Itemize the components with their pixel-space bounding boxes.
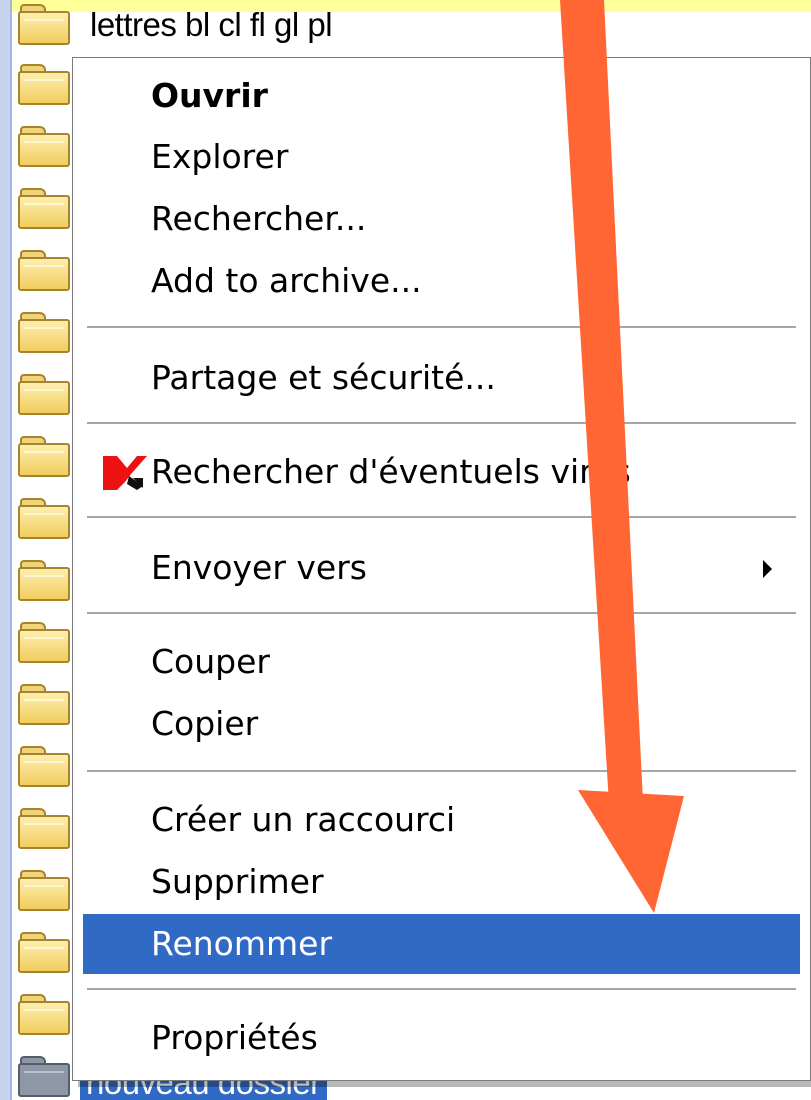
folder-icon[interactable]	[18, 312, 70, 354]
menu-item-renommer[interactable]: Renommer	[83, 914, 800, 974]
menu-separator	[87, 422, 796, 425]
context-menu: Ouvrir Explorer Rechercher... Add to arc…	[72, 57, 811, 1081]
menu-item-explorer[interactable]: Explorer	[83, 127, 800, 187]
menu-item-rechercher-virus[interactable]: Rechercher d'éventuels virus	[83, 442, 800, 502]
menu-separator	[87, 516, 796, 519]
folder-icon[interactable]	[18, 684, 70, 726]
folder-icon[interactable]	[18, 64, 70, 106]
left-scroll-strip	[0, 0, 12, 1100]
folder-icon[interactable]	[18, 498, 70, 540]
folder-icon[interactable]	[18, 374, 70, 416]
menu-item-ouvrir[interactable]: Ouvrir	[83, 66, 800, 126]
file-name-lettres[interactable]: lettres bl cl fl gl pl	[90, 6, 333, 44]
menu-separator	[87, 770, 796, 773]
submenu-arrow-icon	[763, 560, 772, 578]
folder-icon[interactable]	[18, 436, 70, 478]
kaspersky-icon	[103, 456, 147, 490]
menu-item-proprietes[interactable]: Propriétés	[83, 1008, 800, 1068]
menu-item-label: Envoyer vers	[151, 548, 367, 587]
folder-icon[interactable]	[18, 560, 70, 602]
folder-icon[interactable]	[18, 746, 70, 788]
folder-icon[interactable]	[18, 1056, 70, 1098]
folder-icon[interactable]	[18, 188, 70, 230]
menu-item-creer-raccourci[interactable]: Créer un raccourci	[83, 790, 800, 850]
folder-icon[interactable]	[18, 870, 70, 912]
menu-item-add-to-archive[interactable]: Add to archive...	[83, 251, 800, 311]
folder-icon[interactable]	[18, 932, 70, 974]
menu-item-label: Rechercher d'éventuels virus	[151, 452, 631, 491]
menu-item-rechercher[interactable]: Rechercher...	[83, 189, 800, 249]
menu-item-envoyer-vers[interactable]: Envoyer vers	[83, 538, 800, 598]
menu-item-copier[interactable]: Copier	[83, 694, 800, 754]
menu-separator	[87, 612, 796, 615]
folder-icon[interactable]	[18, 126, 70, 168]
folder-icon[interactable]	[18, 622, 70, 664]
menu-item-partage-securite[interactable]: Partage et sécurité...	[83, 348, 800, 408]
menu-item-couper[interactable]: Couper	[83, 632, 800, 692]
menu-separator	[87, 988, 796, 991]
menu-item-supprimer[interactable]: Supprimer	[83, 852, 800, 912]
folder-icon[interactable]	[18, 4, 70, 46]
folder-icon[interactable]	[18, 808, 70, 850]
folder-icon[interactable]	[18, 994, 70, 1036]
folder-icon[interactable]	[18, 250, 70, 292]
menu-separator	[87, 326, 796, 329]
